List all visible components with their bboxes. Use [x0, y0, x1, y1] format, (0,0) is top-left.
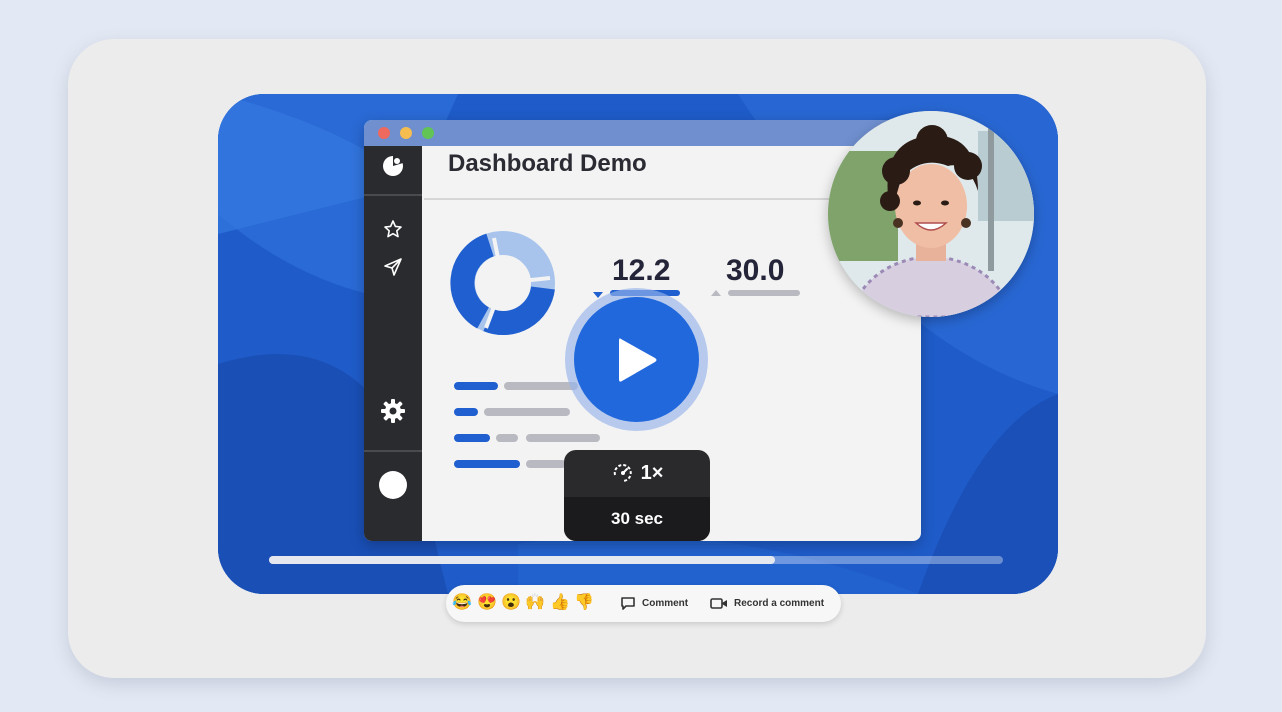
dashboard-title: Dashboard Demo: [448, 150, 647, 177]
duration-label: 30 sec: [564, 497, 710, 541]
list-bar: [454, 434, 490, 442]
comment-button[interactable]: Comment: [620, 585, 688, 622]
list-bar: [526, 434, 600, 442]
list-bar: [454, 382, 498, 390]
speed-control[interactable]: 1×: [564, 450, 710, 496]
playback-info: 1× 30 sec: [564, 450, 710, 541]
play-button[interactable]: [574, 297, 699, 422]
metric-bar-2: [728, 290, 800, 296]
comment-label: Comment: [642, 598, 689, 609]
speed-label: 1×: [640, 461, 664, 484]
star-icon[interactable]: [378, 214, 408, 244]
list-bar: [454, 460, 520, 468]
metric-value-1: 12.2: [612, 254, 671, 287]
video-camera-icon: [710, 598, 727, 609]
gear-icon[interactable]: [378, 396, 408, 426]
sidebar-divider: [364, 450, 422, 452]
emoji-thumbs-down[interactable]: 👎: [574, 593, 594, 613]
emoji-surprised[interactable]: 😮: [501, 593, 521, 613]
trend-up-icon: [711, 290, 721, 296]
list-bar: [454, 408, 478, 416]
sidebar-divider: [364, 194, 422, 196]
donut-chart: [450, 231, 555, 336]
logo-icon: [378, 150, 408, 180]
profile-icon[interactable]: [378, 470, 408, 500]
emoji-thumbs-up[interactable]: 👍: [550, 593, 570, 613]
comment-icon: [621, 597, 635, 610]
speed-icon: [613, 464, 632, 482]
emoji-laugh[interactable]: 😂: [452, 593, 472, 613]
window-titlebar: [364, 120, 921, 146]
record-comment-button[interactable]: Record a comment: [710, 585, 824, 622]
reaction-bar: 😂 😍 😮 🙌 👍 👎 Comment Record a comment: [446, 585, 841, 622]
record-label: Record a comment: [734, 598, 825, 609]
list-bar: [496, 434, 518, 442]
progress-fill: [269, 556, 775, 564]
zoom-dot: [422, 127, 434, 139]
send-icon[interactable]: [378, 252, 408, 282]
play-icon: [618, 337, 656, 382]
emoji-heart-eyes[interactable]: 😍: [477, 593, 497, 613]
emoji-raised-hands[interactable]: 🙌: [525, 593, 545, 613]
app-sidebar: [364, 146, 422, 541]
minimize-dot: [400, 127, 412, 139]
list-bar: [526, 460, 566, 468]
list-bar: [504, 382, 578, 390]
metric-value-2: 30.0: [726, 254, 785, 287]
list-bar: [484, 408, 570, 416]
close-dot: [378, 127, 390, 139]
presenter-webcam: [828, 111, 1034, 317]
progress-bar[interactable]: [269, 556, 1003, 564]
